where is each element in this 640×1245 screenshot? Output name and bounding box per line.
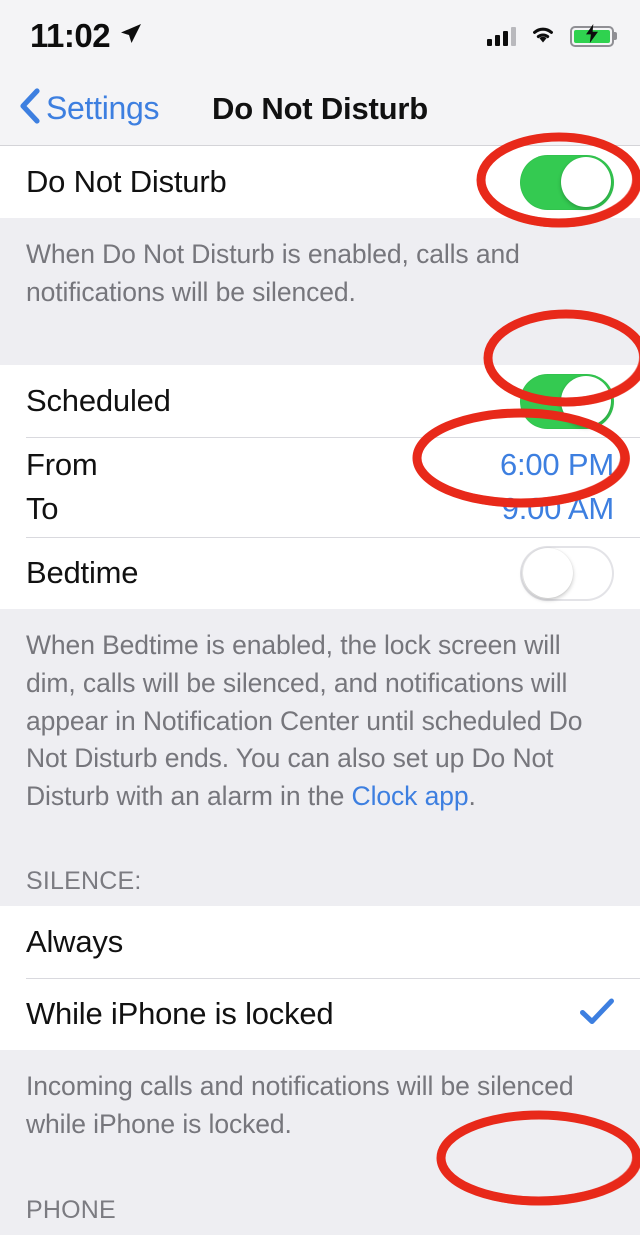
clock-app-link[interactable]: Clock app [352,781,469,811]
silence-group: Always While iPhone is locked [0,906,640,1051]
row-scheduled[interactable]: Scheduled [0,365,640,438]
row-label-bedtime: Bedtime [26,555,139,591]
status-bar-left: 11:02 [30,17,143,55]
schedule-from-line[interactable]: From 6:00 PM [26,443,614,487]
bedtime-toggle[interactable] [520,545,614,601]
toggle-knob [561,376,611,427]
status-bar-right [487,23,617,49]
section-header-silence: SILENCE: [0,841,640,907]
footnote-silence: Incoming calls and notifications will be… [0,1050,640,1170]
schedule-times-inner: From 6:00 PM To 9:00 AM [26,437,614,537]
status-bar: 11:02 [0,0,640,72]
row-allow-calls-from[interactable]: Allow Calls From Favorites [0,1234,640,1245]
row-label-scheduled: Scheduled [26,383,171,419]
schedule-to-value[interactable]: 9:00 AM [502,491,615,527]
do-not-disturb-toggle[interactable] [520,154,614,210]
row-bedtime[interactable]: Bedtime [0,537,640,610]
row-silence-always[interactable]: Always [0,906,640,979]
footnote-bedtime: When Bedtime is enabled, the lock screen… [0,609,640,842]
section-header-phone: PHONE [0,1169,640,1235]
cellular-bars-icon [487,26,516,46]
checkmark-icon [580,998,614,1030]
schedule-to-line[interactable]: To 9:00 AM [26,487,614,531]
row-label-to: To [26,491,59,527]
footnote-bedtime-period: . [468,780,476,811]
row-accessory [520,545,614,601]
row-label-while-locked: While iPhone is locked [26,996,334,1032]
back-button-label: Settings [46,90,160,126]
chevron-left-icon [18,88,40,129]
footnote-bedtime-text: When Bedtime is enabled, the lock screen… [26,630,583,811]
row-do-not-disturb[interactable]: Do Not Disturb [0,146,640,218]
row-accessory [520,154,614,210]
toggle-knob [522,548,573,599]
schedule-from-value[interactable]: 6:00 PM [500,447,614,483]
location-arrow-icon [119,22,143,51]
row-accessory [520,373,614,429]
row-label-always: Always [26,924,123,960]
row-label-do-not-disturb: Do Not Disturb [26,164,227,199]
schedule-group: Scheduled From 6:00 PM To 9:00 AM Bedtim… [0,365,640,610]
battery-charging-icon [570,24,617,47]
navigation-bar: Settings Do Not Disturb [0,72,640,146]
phone-group: Allow Calls From Favorites [0,1234,640,1245]
row-label-from: From [26,447,98,483]
do-not-disturb-group: Do Not Disturb [0,146,640,218]
row-accessory [580,998,614,1030]
wifi-icon [529,23,557,49]
toggle-knob [561,157,611,207]
row-schedule-times[interactable]: From 6:00 PM To 9:00 AM [0,437,640,538]
row-silence-while-locked[interactable]: While iPhone is locked [0,978,640,1051]
scheduled-toggle[interactable] [520,373,614,429]
back-button[interactable]: Settings [18,88,160,129]
status-time: 11:02 [30,17,111,54]
section-spacer [0,337,640,366]
iphone-screen: 11:02 Settings Do Not Disturb Do Not Dis… [0,0,640,1245]
footnote-do-not-disturb: When Do Not Disturb is enabled, calls an… [0,218,640,338]
